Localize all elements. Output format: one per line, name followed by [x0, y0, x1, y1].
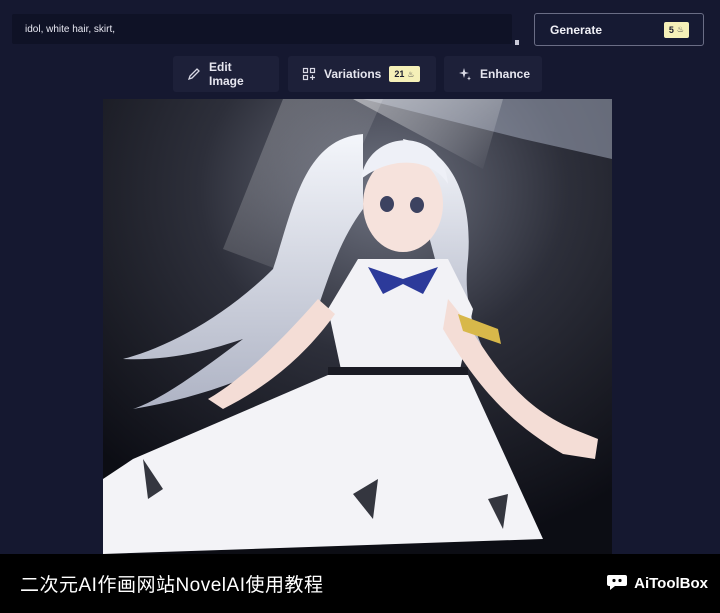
variations-label: Variations: [324, 67, 382, 81]
brand-watermark: AiToolBox: [606, 554, 708, 613]
prompt-input[interactable]: idol, white hair, skirt,: [12, 14, 512, 44]
caption-title: 二次元AI作画网站NovelAI使用教程: [20, 575, 324, 596]
text-caret: [515, 40, 519, 45]
generated-image[interactable]: [103, 99, 612, 554]
generate-cost-badge: 5 ♨: [663, 21, 689, 38]
image-toolbar: Edit Image Variations 21 ♨ Enhance: [0, 56, 720, 92]
enhance-button[interactable]: Enhance: [444, 56, 542, 92]
pencil-icon: [187, 67, 201, 81]
variations-cost-badge: 21 ♨: [389, 66, 420, 82]
variations-grid-icon: [302, 67, 316, 81]
generate-label: Generate: [550, 22, 603, 37]
anlas-icon: ♨: [676, 25, 684, 34]
sparkle-icon: [458, 67, 472, 81]
edit-image-button[interactable]: Edit Image: [173, 56, 279, 92]
variations-button[interactable]: Variations 21 ♨: [288, 56, 436, 92]
enhance-label: Enhance: [480, 67, 531, 81]
video-caption-bar: 二次元AI作画网站NovelAI使用教程 AiToolBox: [0, 554, 720, 613]
prompt-text: idol, white hair, skirt,: [25, 23, 116, 35]
brand-name: AiToolBox: [634, 575, 708, 592]
generate-cost: 5: [668, 24, 674, 35]
edit-image-label: Edit Image: [209, 60, 244, 88]
variations-cost: 21: [394, 69, 405, 79]
chat-bubble-icon: [606, 573, 628, 595]
anlas-icon: ♨: [407, 69, 415, 79]
anime-girl-illustration: [103, 99, 612, 554]
generate-button[interactable]: Generate 5 ♨: [534, 13, 704, 46]
